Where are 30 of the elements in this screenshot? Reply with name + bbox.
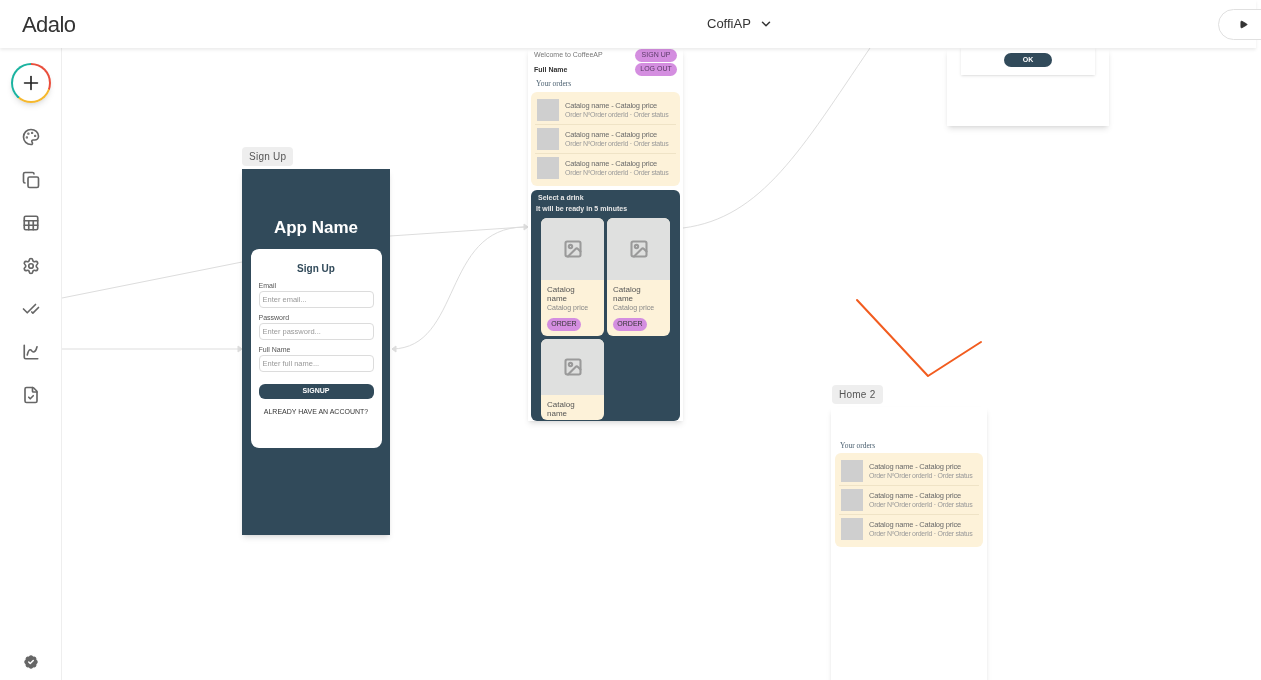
thumbnail-placeholder [537, 128, 559, 151]
palette-icon[interactable] [21, 128, 40, 146]
catalog-name: Catalog name [547, 285, 576, 304]
project-selector[interactable]: CoffiAP [707, 14, 773, 34]
line-chart-icon[interactable] [21, 343, 40, 361]
screen-label[interactable]: Sign Up [242, 147, 294, 166]
app-name: App Name [273, 217, 359, 239]
play-icon [1239, 20, 1248, 29]
thumbnail-placeholder [537, 157, 559, 180]
file-check-icon[interactable] [21, 386, 40, 404]
catalog-name: Catalog name [547, 400, 576, 419]
settings-icon[interactable] [21, 257, 40, 275]
catalog-name: Catalog name [613, 285, 642, 304]
home-screen[interactable] [528, 48, 683, 421]
form-title: Sign Up [297, 261, 335, 276]
table-icon[interactable] [21, 214, 40, 232]
add-button[interactable] [10, 63, 51, 103]
thumbnail-placeholder [841, 460, 863, 483]
image-icon [562, 239, 583, 260]
layers-icon[interactable] [21, 171, 40, 189]
thumbnail-placeholder [841, 489, 863, 512]
badge-check-icon[interactable] [21, 653, 40, 671]
image-icon [562, 357, 583, 378]
preview-button[interactable] [1218, 9, 1261, 40]
app-logo[interactable]: Adalo [22, 7, 76, 41]
screen-label[interactable]: Home 2 [832, 385, 883, 404]
catalog-card[interactable]: Catalog name [541, 339, 604, 421]
thumbnail-placeholder [537, 99, 559, 122]
thumbnail-placeholder [841, 518, 863, 541]
image-icon [628, 239, 649, 260]
